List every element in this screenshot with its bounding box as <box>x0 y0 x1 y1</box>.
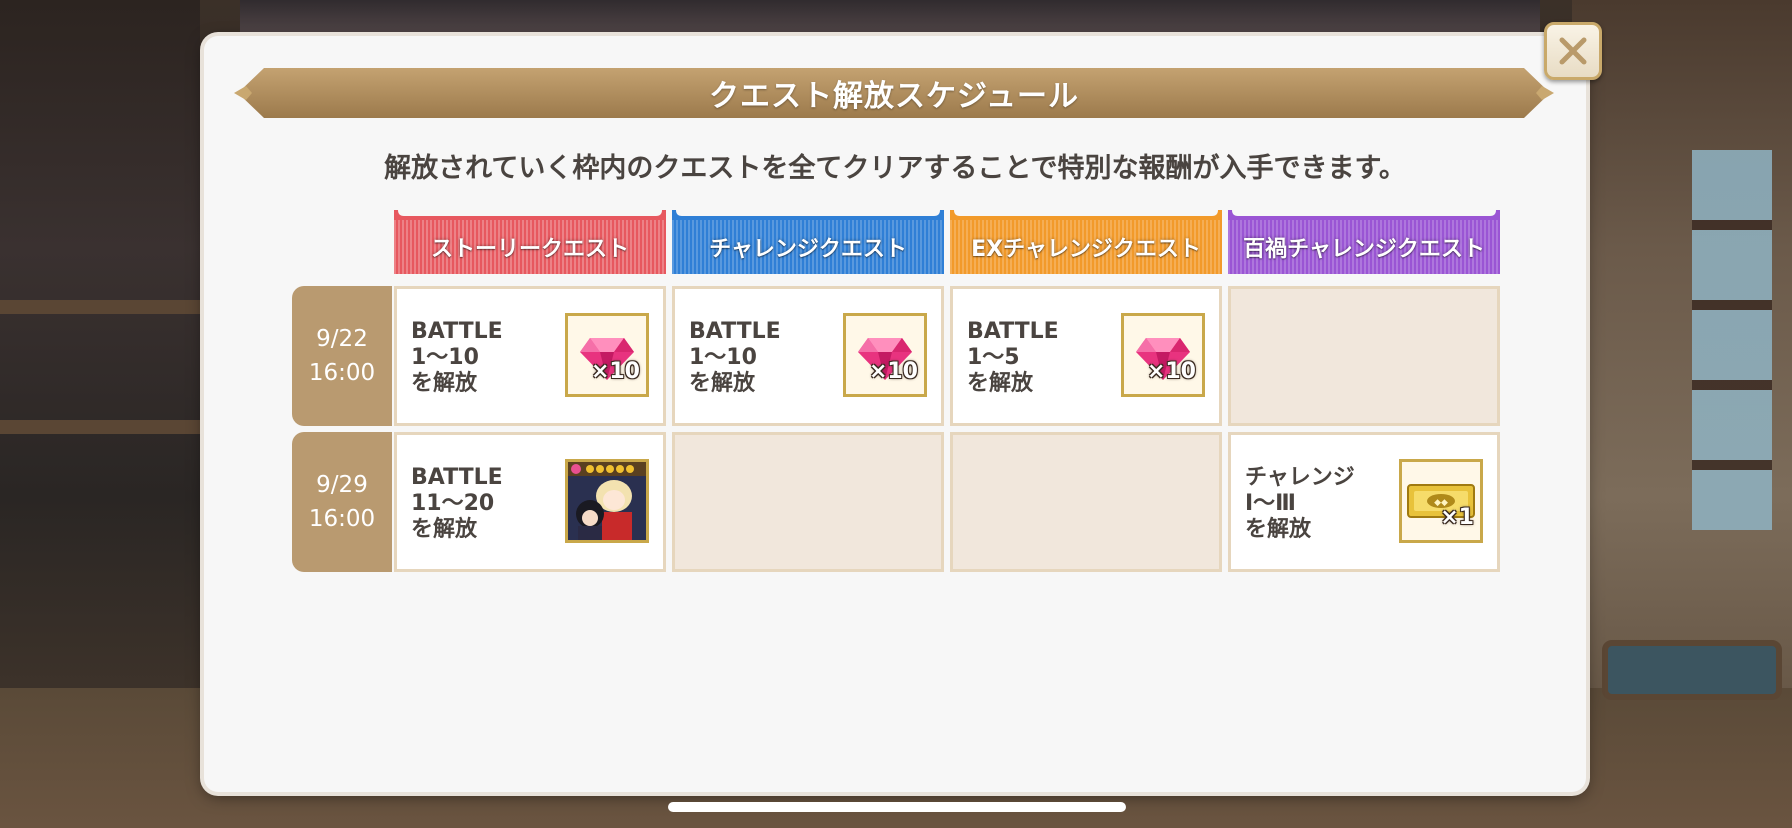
schedule-cell: BATTLE 1〜5 を解放 ×10 <box>950 286 1222 426</box>
reward-item[interactable]: ×10 <box>1121 313 1205 397</box>
column-header-label: ストーリークエスト <box>430 237 629 262</box>
schedule-cell: BATTLE 11〜20 を解放 <box>394 432 666 572</box>
dialog-title: クエスト解放スケジュール <box>709 79 1079 114</box>
reward-item[interactable]: ×10 <box>565 313 649 397</box>
column-header-hyakka-challenge: 百禍チャレンジクエスト <box>1228 206 1500 274</box>
reward-count: ×1 <box>1440 505 1474 530</box>
schedule-cell: BATTLE 1〜10 を解放 ×10 <box>672 286 944 426</box>
row-time: 16:00 <box>308 360 376 386</box>
reward-item[interactable] <box>565 459 649 543</box>
reward-count: ×10 <box>1146 359 1196 384</box>
cell-line: BATTLE <box>689 319 781 344</box>
column-header-label: 百禍チャレンジクエスト <box>1243 237 1485 262</box>
background-table <box>1602 640 1782 700</box>
title-banner: クエスト解放スケジュール <box>234 62 1554 124</box>
row-date-label: 9/22 16:00 <box>292 286 392 426</box>
character-card-icon <box>568 462 646 540</box>
cell-line: 11〜20 <box>411 491 495 516</box>
column-header-ex-challenge: EXチャレンジクエスト <box>950 206 1222 274</box>
cell-line: を解放 <box>689 371 756 396</box>
cell-text: BATTLE 1〜10 を解放 <box>689 319 781 397</box>
schedule-cell-empty <box>672 432 944 572</box>
column-header-challenge: チャレンジクエスト <box>672 206 944 274</box>
cell-line: を解放 <box>967 371 1034 396</box>
cell-text: BATTLE 1〜5 を解放 <box>967 319 1059 397</box>
cell-line: を解放 <box>411 371 478 396</box>
cell-line: Ⅰ〜Ⅲ <box>1245 491 1296 516</box>
column-header-label: EXチャレンジクエスト <box>971 237 1201 262</box>
background-shelf-board <box>0 300 200 314</box>
reward-item[interactable]: ×10 <box>843 313 927 397</box>
cell-text: BATTLE 11〜20 を解放 <box>411 465 503 543</box>
cell-line: 1〜10 <box>689 345 757 370</box>
close-icon <box>1559 37 1587 65</box>
cell-line: BATTLE <box>411 465 503 490</box>
background-shelf-board <box>0 420 200 434</box>
row-time: 16:00 <box>308 506 376 532</box>
cell-line: チャレンジ <box>1245 465 1355 490</box>
column-header-story: ストーリークエスト <box>394 206 666 274</box>
close-button[interactable] <box>1544 22 1602 80</box>
cell-text: BATTLE 1〜10 を解放 <box>411 319 503 397</box>
row-date: 9/29 <box>316 472 368 498</box>
quest-schedule-dialog: クエスト解放スケジュール 解放されていく枠内のクエストを全てクリアすることで特別… <box>204 36 1586 792</box>
row-date-label: 9/29 16:00 <box>292 432 392 572</box>
cell-line: を解放 <box>411 517 478 542</box>
cell-text: チャレンジ Ⅰ〜Ⅲ を解放 <box>1245 465 1355 543</box>
reward-count: ×10 <box>590 359 640 384</box>
cell-line: 1〜10 <box>411 345 479 370</box>
cell-line: BATTLE <box>411 319 503 344</box>
reward-count: ×10 <box>868 359 918 384</box>
reward-item[interactable]: ◆◆ ×1 <box>1399 459 1483 543</box>
background-top-hud <box>240 0 1540 38</box>
schedule-cell-empty <box>1228 286 1500 426</box>
column-header-label: チャレンジクエスト <box>709 237 907 262</box>
cell-line: を解放 <box>1245 517 1312 542</box>
home-indicator[interactable] <box>668 802 1126 812</box>
cell-line: 1〜5 <box>967 345 1020 370</box>
cell-line: BATTLE <box>967 319 1059 344</box>
schedule-cell-empty <box>950 432 1222 572</box>
row-date: 9/22 <box>316 326 368 352</box>
schedule-cell: BATTLE 1〜10 を解放 ×10 <box>394 286 666 426</box>
background-window <box>1692 150 1772 530</box>
dialog-description: 解放されていく枠内のクエストを全てクリアすることで特別な報酬が入手できます。 <box>384 153 1406 184</box>
schedule-cell: チャレンジ Ⅰ〜Ⅲ を解放 ◆◆ ×1 <box>1228 432 1500 572</box>
